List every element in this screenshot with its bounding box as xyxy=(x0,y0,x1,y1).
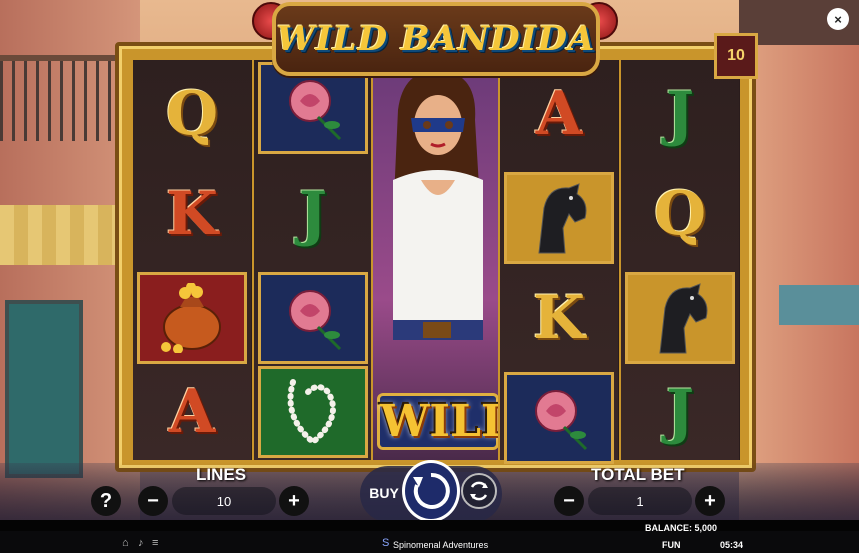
symbol-j: J xyxy=(665,79,695,149)
reel-grid: Q K A J WIL A K J Q J xyxy=(131,60,740,464)
close-button[interactable]: × xyxy=(827,8,849,30)
symbol-horse xyxy=(625,272,735,364)
spin-icon xyxy=(413,472,450,509)
balance: BALANCE: 5,000 xyxy=(645,523,718,533)
horse-icon xyxy=(659,283,708,354)
rose-icon xyxy=(289,80,342,141)
symbol-k: K xyxy=(165,179,219,249)
bandida-character xyxy=(393,70,483,340)
symbol-pearls xyxy=(258,366,368,458)
buy-feature-button[interactable]: BUY xyxy=(364,470,404,516)
total-bet-label: TOTAL BET xyxy=(591,465,685,484)
lines-increase-button[interactable]: + xyxy=(279,486,309,516)
reel-frame: Q K A J WIL A K J Q J xyxy=(115,42,756,472)
symbol-q: Q xyxy=(653,179,707,249)
rose-icon xyxy=(535,390,588,451)
awning xyxy=(0,205,125,265)
balcony xyxy=(0,55,120,141)
reel-3-wild: WILD xyxy=(371,60,500,460)
home-icon[interactable]: ⌂ xyxy=(122,537,129,549)
lines-badge: 10 xyxy=(714,33,758,79)
provider-logo-icon: S xyxy=(382,537,390,549)
symbol-j: J xyxy=(298,179,328,249)
settings-icon[interactable]: ≡ xyxy=(152,537,158,549)
reel-2: J xyxy=(252,60,372,460)
wild-symbol: WILD xyxy=(377,393,498,450)
lines-decrease-button[interactable]: − xyxy=(138,486,168,516)
lines-value: 10 xyxy=(172,487,276,515)
symbol-a: A xyxy=(168,377,216,447)
help-button[interactable]: ? xyxy=(91,486,121,516)
spin-button[interactable] xyxy=(402,460,460,522)
mode-label: FUN xyxy=(662,540,681,550)
autoplay-icon xyxy=(470,481,488,501)
symbol-rose xyxy=(504,372,614,464)
game-title-plaque: WILD BANDIDA xyxy=(272,2,600,76)
symbol-q: Q xyxy=(165,79,219,149)
total-bet-value: 1 xyxy=(588,487,692,515)
ledge xyxy=(779,285,859,325)
door xyxy=(5,300,83,478)
symbol-k: K xyxy=(532,283,586,353)
symbol-rose xyxy=(258,272,368,364)
pearl-necklace-icon xyxy=(287,379,336,446)
horse-icon xyxy=(538,183,587,254)
status-top-strip xyxy=(0,520,859,531)
bet-decrease-button[interactable]: − xyxy=(554,486,584,516)
symbol-horse xyxy=(504,172,614,264)
symbol-j: J xyxy=(665,377,695,447)
symbol-a: A xyxy=(535,79,583,149)
rose-icon xyxy=(289,290,342,351)
status-bar: BALANCE: 5,000 ⌂ ♪ ≡ S Spinomenal Advent… xyxy=(0,520,859,553)
reel-1: Q K A xyxy=(131,60,251,460)
clock: 05:34 xyxy=(720,540,744,550)
sound-icon[interactable]: ♪ xyxy=(138,537,144,549)
autoplay-button[interactable] xyxy=(461,473,497,509)
lines-label: LINES xyxy=(196,465,247,484)
provider-name: Spinomenal Adventures xyxy=(393,540,489,550)
reel-4: A K xyxy=(498,60,618,464)
game-title: WILD BANDIDA xyxy=(276,19,596,59)
money-bag-icon xyxy=(161,283,221,353)
bet-increase-button[interactable]: + xyxy=(695,486,725,516)
symbol-money-bag xyxy=(137,272,247,364)
reel-5: J Q J xyxy=(619,60,739,460)
